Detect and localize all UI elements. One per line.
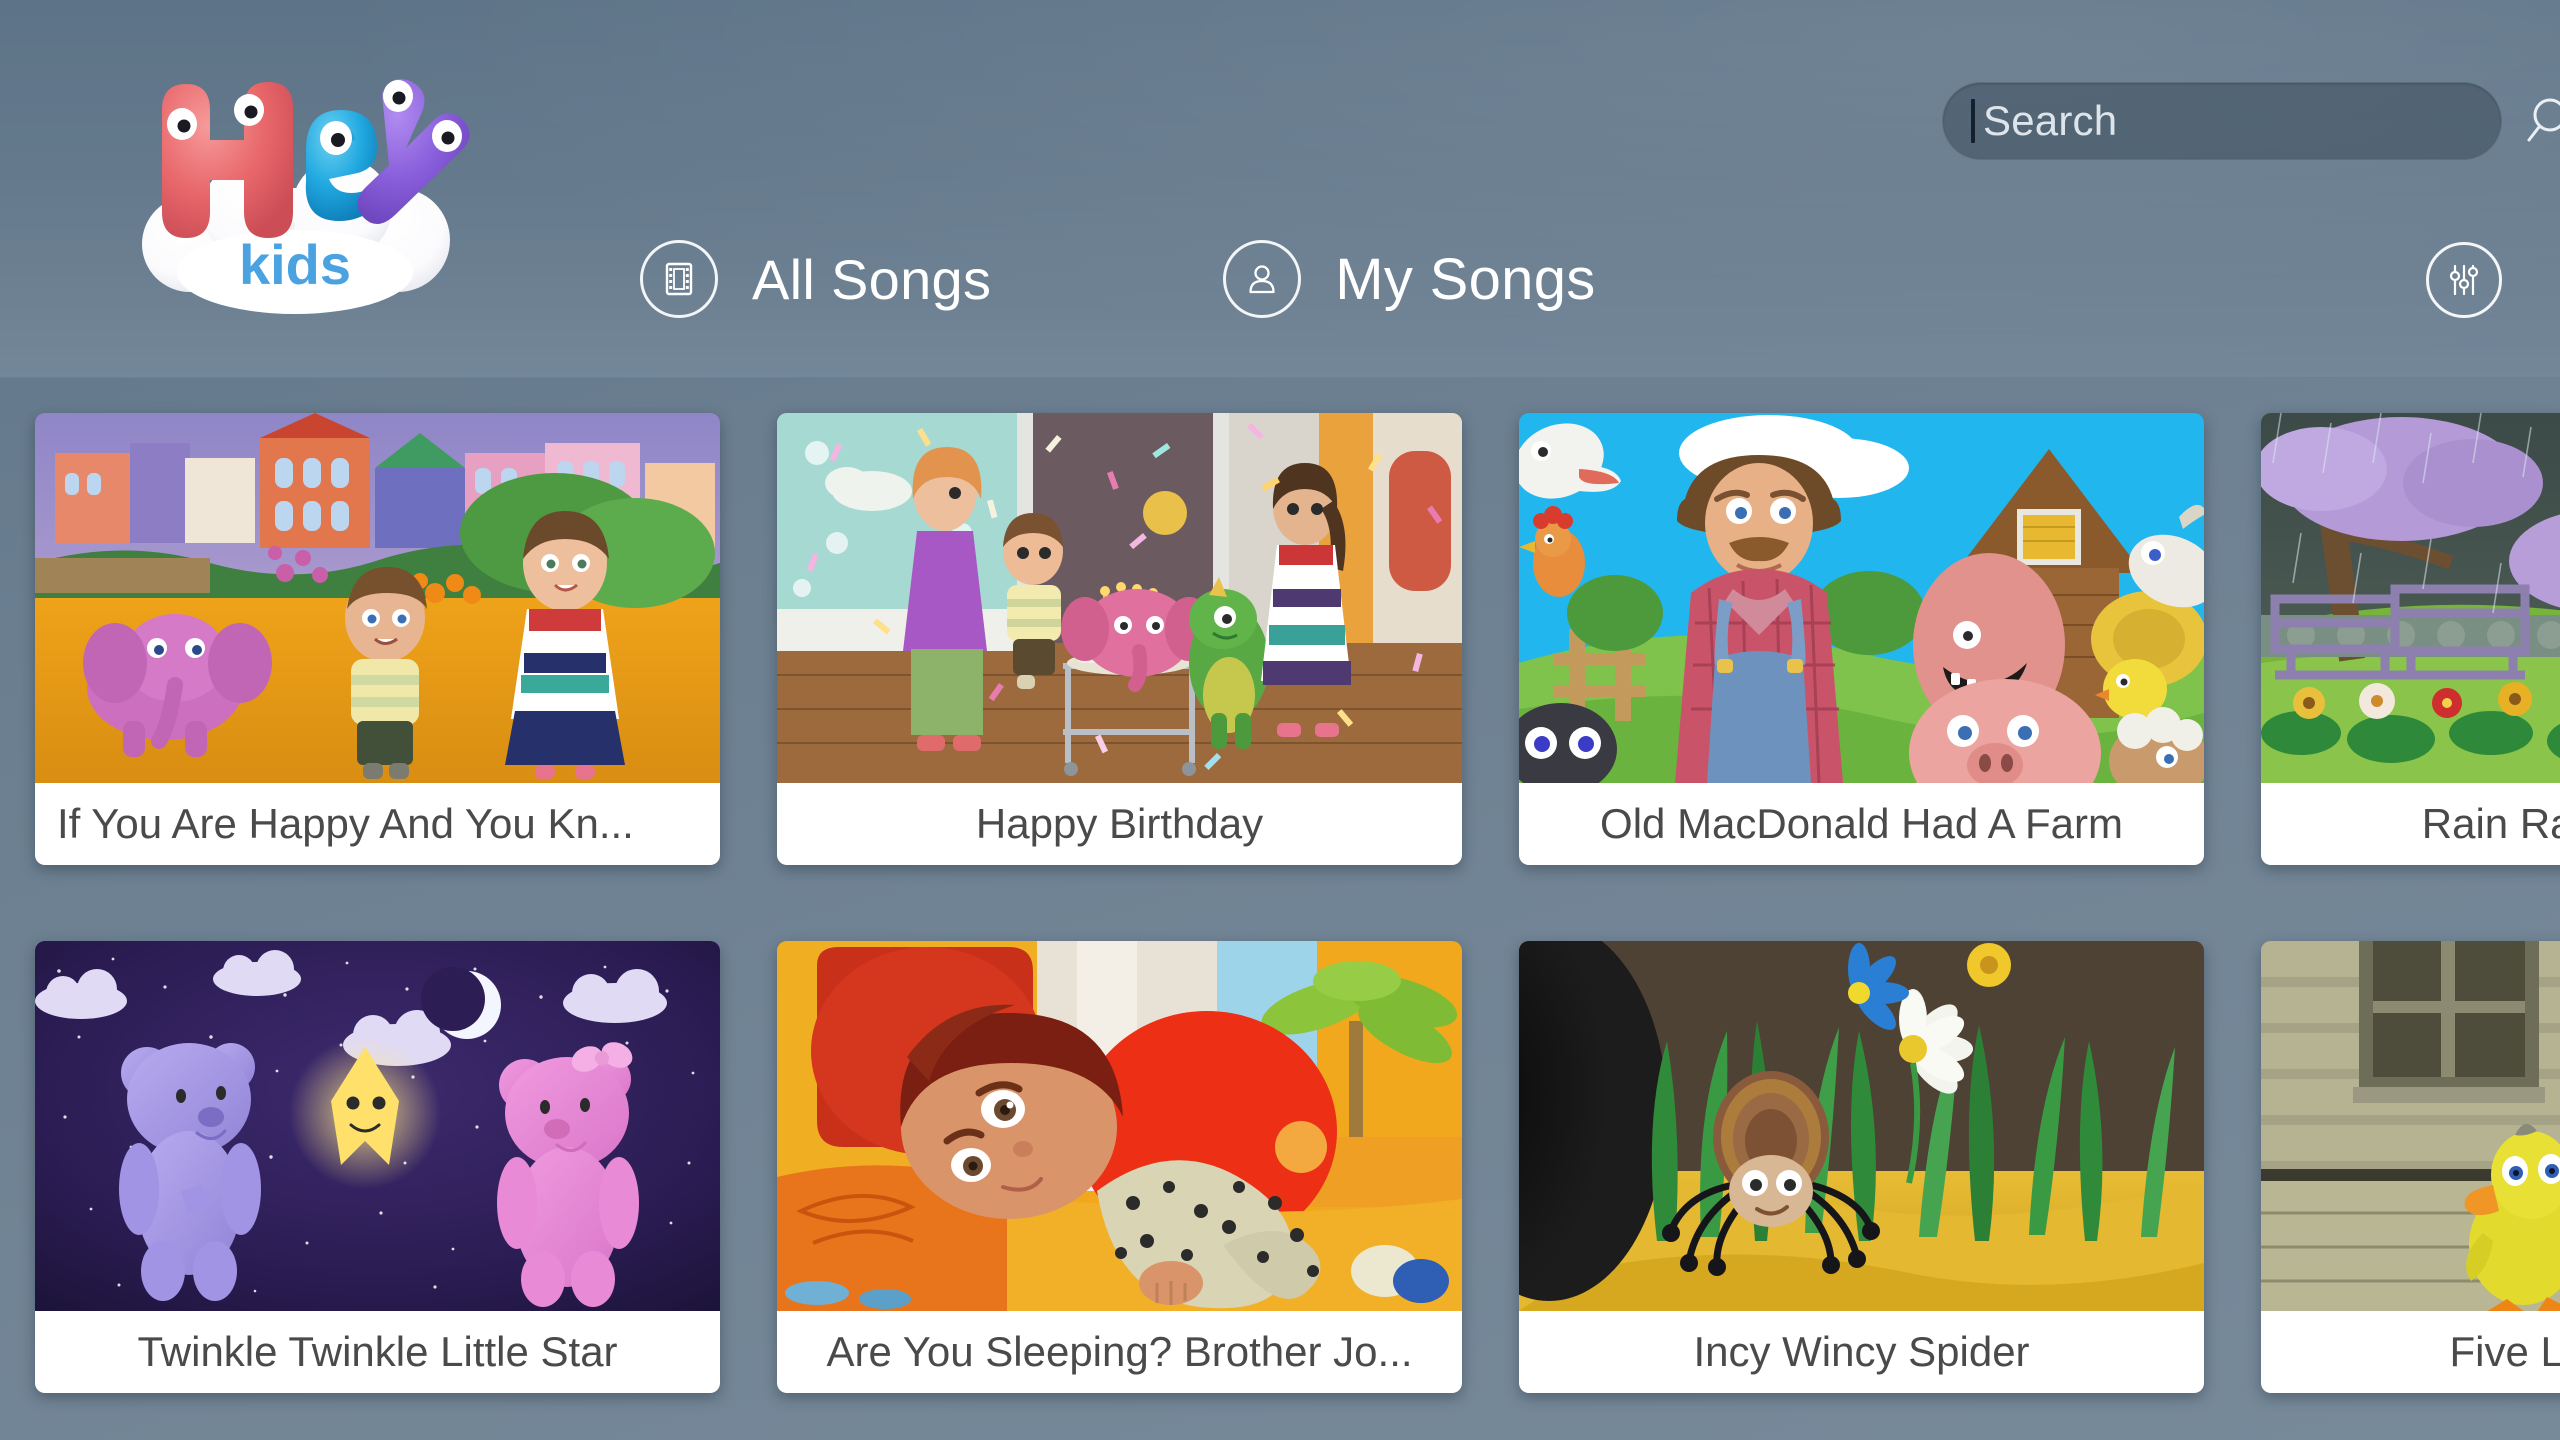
farmer [1675,455,1843,783]
yellow-flower [1967,943,2011,987]
song-card-title: If You Are Happy And You Kn... [57,800,634,847]
search-icon[interactable] [2524,92,2560,150]
tab-all-songs-label: All Songs [752,247,992,311]
tab-my-songs-label: My Songs [1335,246,1596,312]
woman [903,447,987,751]
song-thumbnail-sleeping-child-bed [777,941,1462,1311]
search-bar[interactable] [1942,82,2560,160]
song-thumbnail-birthday-party-cake [777,413,1462,783]
song-thumbnail-night-bears-star [35,941,720,1311]
song-card-title: Old MacDonald Had A Farm [1600,800,2123,847]
song-card[interactable]: Twinkle Twinkle Little Star [35,941,720,1393]
hey-kids-logo[interactable]: kids [110,32,480,322]
song-thumbnail-rainy-park-umbrella [2261,413,2560,783]
song-thumbnail-farmer-barn-animals [1519,413,2204,783]
film-strip-icon [640,240,718,318]
song-card-title: Happy Birthday [975,800,1264,847]
song-thumbnail-park-elephant-kids [35,413,720,783]
settings-button[interactable] [2426,242,2502,318]
song-card[interactable]: Incy Wincy Spider [1519,941,2204,1393]
sliders-settings-icon [2444,260,2484,300]
song-card-title: Incy Wincy Spider [1693,1328,2030,1375]
song-card[interactable]: Old MacDonald Had A Farm [1519,413,2204,865]
song-card-title: Rain Rain Go Away [2421,800,2560,847]
smiling-star [289,1037,441,1189]
search-input[interactable] [1975,97,2524,145]
song-card[interactable]: Rain Rain Go Away [2261,413,2560,865]
song-card[interactable]: Happy Birthday [777,413,1462,865]
song-thumbnail-ducklings-porch [2261,941,2560,1311]
song-card-title: Five Little Ducks [2449,1328,2560,1375]
user-person-icon [1223,240,1302,318]
songs-grid: If You Are Happy And You Kn... Happy Bir… [35,413,2560,1431]
app-root: kids Search All Songs My Songs If You Ar… [0,0,2560,1440]
tab-all-songs[interactable]: All Songs [640,240,991,318]
song-card[interactable]: If You Are Happy And You Kn... [35,413,720,865]
song-thumbnail-spider-grass-daisy [1519,941,2204,1311]
song-card[interactable]: Five Little Ducks [2261,941,2560,1393]
window [2353,941,2545,1103]
song-card[interactable]: Are You Sleeping? Brother Jo... [777,941,1462,1393]
main-nav: All Songs My Songs [640,240,1596,318]
logo-kids-text: kids [239,233,351,296]
app-header: kids Search All Songs My Songs [0,0,2560,378]
song-card-title: Are You Sleeping? Brother Jo... [826,1328,1413,1375]
song-card-title: Twinkle Twinkle Little Star [137,1328,618,1375]
songs-content: If You Are Happy And You Kn... Happy Bir… [0,378,2560,1440]
tab-my-songs[interactable]: My Songs [1223,240,1595,318]
